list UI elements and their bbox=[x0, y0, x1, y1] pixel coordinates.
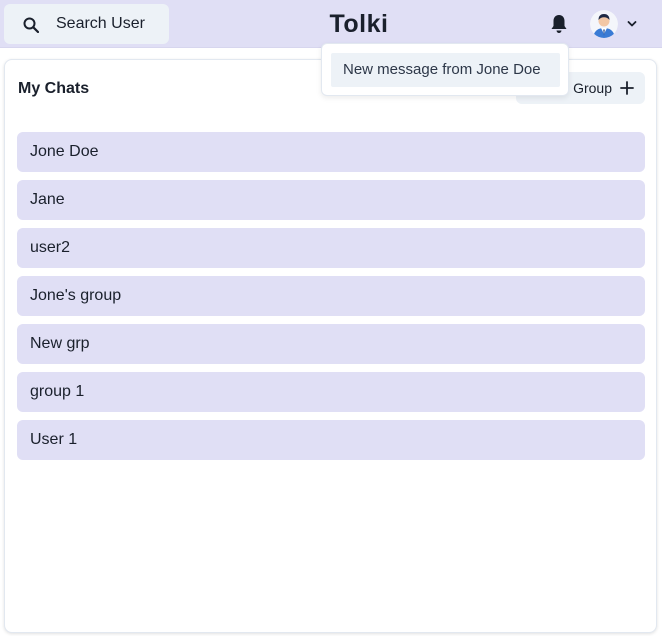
bell-icon[interactable] bbox=[550, 14, 568, 34]
chat-item[interactable]: group 1 bbox=[17, 372, 645, 412]
chat-item[interactable]: user2 bbox=[17, 228, 645, 268]
my-chats-title: My Chats bbox=[18, 80, 90, 97]
search-user-button[interactable]: Search User bbox=[4, 4, 169, 44]
top-bar: Search User Tolki bbox=[0, 0, 662, 48]
chat-item[interactable]: Jone's group bbox=[17, 276, 645, 316]
search-icon bbox=[23, 17, 39, 33]
chat-list: Jone Doe Jane user2 Jone's group New grp… bbox=[17, 132, 645, 468]
my-chats-panel: My Chats Group Jone Doe Jane user2 Jone'… bbox=[4, 59, 657, 633]
chat-item[interactable]: Jane bbox=[17, 180, 645, 220]
plus-icon bbox=[620, 81, 634, 95]
avatar bbox=[590, 10, 618, 38]
notifications-menu: New message from Jone Doe bbox=[321, 43, 569, 96]
new-group-label: Group bbox=[573, 80, 612, 96]
chat-item[interactable]: Jone Doe bbox=[17, 132, 645, 172]
notification-item[interactable]: New message from Jone Doe bbox=[331, 53, 560, 87]
profile-menu-button[interactable] bbox=[586, 8, 644, 40]
chat-item[interactable]: User 1 bbox=[17, 420, 645, 460]
chevron-down-icon bbox=[627, 21, 637, 27]
chat-item[interactable]: New grp bbox=[17, 324, 645, 364]
app-title: Tolki bbox=[329, 10, 389, 38]
user-avatar-icon bbox=[590, 10, 618, 38]
search-user-label: Search User bbox=[56, 15, 145, 32]
